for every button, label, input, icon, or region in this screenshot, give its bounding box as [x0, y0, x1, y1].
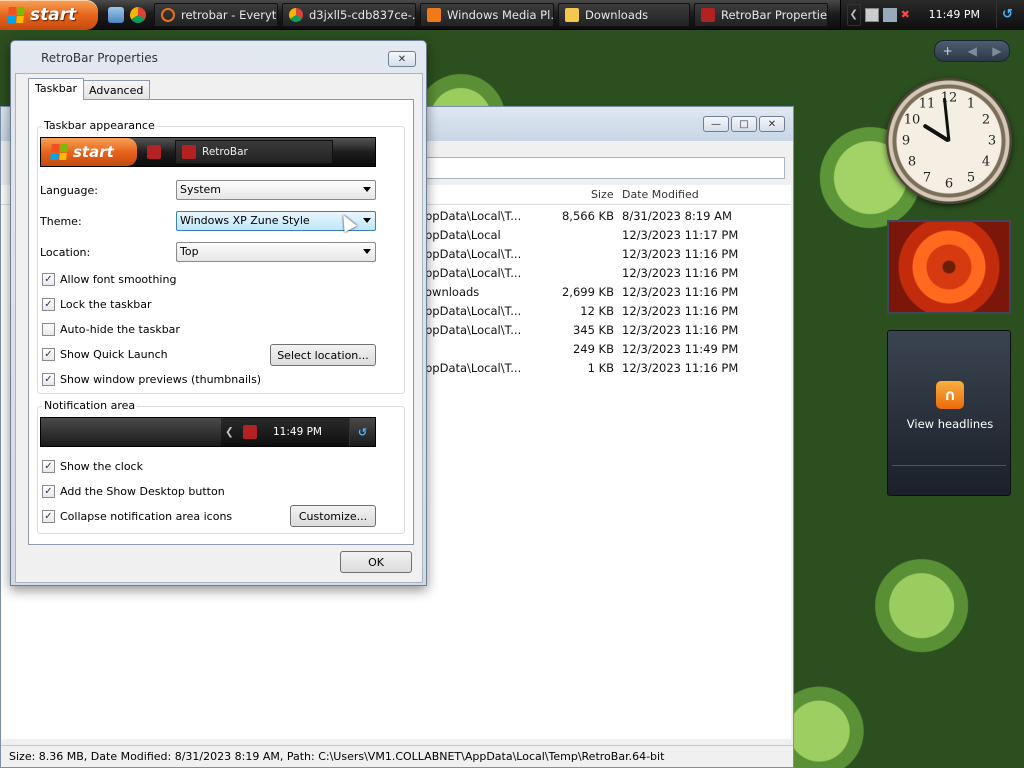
retrobar-icon	[147, 145, 161, 159]
checkbox-window-previews[interactable]: ✓ Show window previews (thumbnails)	[42, 373, 261, 386]
clock-gadget[interactable]: 12 1 2 3 4 5 6 7 8 9 10 11	[886, 78, 1012, 204]
tab-advanced[interactable]: Advanced	[82, 80, 151, 100]
monitor-icon[interactable]	[882, 7, 897, 22]
checkbox-lock-taskbar[interactable]: ✓ Lock the taskbar	[42, 298, 152, 311]
view-headlines-label[interactable]: View headlines	[888, 417, 1012, 431]
notification-preview: ❮ 11:49 PM ↺	[40, 417, 376, 447]
gadget-footer	[892, 465, 1006, 491]
tab-taskbar[interactable]: Taskbar	[28, 78, 84, 100]
search-results-bar[interactable]	[401, 157, 785, 179]
feed-headlines-gadget[interactable]: ∩ View headlines	[887, 330, 1011, 496]
checkbox-checked-icon: ✓	[42, 273, 55, 286]
checkbox-checked-icon: ✓	[42, 510, 55, 523]
chrome-icon	[289, 7, 303, 22]
location-label: Location:	[40, 246, 91, 259]
status-bar: Size: 8.36 MB, Date Modified: 8/31/2023 …	[1, 745, 793, 767]
notification-area-group: Notification area ❮ 11:49 PM ↺ ✓ Show the…	[37, 399, 405, 534]
tab-panel-taskbar: Taskbar appearance start RetroBar Langua…	[28, 99, 414, 545]
checkbox-checked-icon: ✓	[42, 373, 55, 386]
network-disabled-icon[interactable]	[864, 7, 879, 22]
retrobar-icon	[182, 145, 196, 159]
checkbox-unchecked-icon	[42, 323, 55, 336]
chrome-icon[interactable]	[130, 6, 146, 23]
checkbox-auto-hide[interactable]: Auto-hide the taskbar	[42, 323, 180, 336]
taskbar-button-everything[interactable]: retrobar - Everyt...	[154, 2, 278, 27]
checkbox-checked-icon: ✓	[42, 460, 55, 473]
language-select[interactable]: System	[176, 180, 376, 200]
ok-button[interactable]: OK	[340, 551, 412, 573]
chevron-left-icon: ❮	[225, 426, 234, 438]
slideshow-gadget[interactable]	[887, 220, 1011, 314]
close-button[interactable]: ✕	[759, 116, 785, 132]
add-gadget-icon[interactable]: +	[943, 44, 953, 58]
preview-task-button: RetroBar	[175, 140, 333, 164]
media-player-icon	[427, 7, 441, 22]
chevron-right-icon[interactable]: ▶	[992, 44, 1001, 58]
select-location-button[interactable]: Select location...	[270, 344, 376, 366]
explorer-folder-icon[interactable]	[108, 6, 124, 23]
customize-button[interactable]: Customize...	[290, 505, 376, 527]
taskbar-preview: start RetroBar	[40, 137, 376, 167]
checkbox-collapse-icons[interactable]: ✓ Collapse notification area icons	[42, 510, 232, 523]
preview-start-button: start	[41, 138, 137, 166]
chevron-down-icon	[363, 218, 371, 223]
taskbar-button-media-player[interactable]: Windows Media Pl...	[420, 2, 554, 27]
dialog-title: RetroBar Properties	[41, 51, 158, 65]
retrobar-icon	[701, 7, 715, 22]
retrobar-icon	[243, 425, 257, 439]
folder-icon	[565, 7, 579, 22]
column-date-modified[interactable]: Date Modified	[622, 188, 699, 201]
preview-tray: ❮ 11:49 PM	[221, 418, 349, 446]
taskbar-button-retrobar[interactable]: RetroBar Properties	[694, 2, 828, 27]
windows-logo-icon	[50, 144, 68, 160]
windows-logo-icon	[7, 6, 25, 23]
chevron-left-icon[interactable]: ◀	[968, 44, 977, 58]
taskbar-button-downloads[interactable]: Downloads	[558, 2, 690, 27]
magnifier-icon	[161, 7, 175, 22]
show-desktop-icon[interactable]: ↺	[996, 1, 1018, 28]
chevron-left-icon[interactable]: ❮	[846, 3, 861, 26]
notification-area: ❮ ✖ 11:49 PM ↺	[839, 0, 1024, 30]
group-title: Notification area	[42, 399, 138, 412]
taskbar-appearance-group: Taskbar appearance start RetroBar Langua…	[37, 119, 405, 394]
chevron-down-icon	[363, 187, 371, 192]
column-size[interactable]: Size	[591, 188, 614, 201]
maximize-button[interactable]: □	[731, 116, 757, 132]
preview-clock: 11:49 PM	[273, 426, 322, 438]
checkbox-checked-icon: ✓	[42, 348, 55, 361]
start-button[interactable]: start	[0, 0, 98, 30]
language-label: Language:	[40, 184, 98, 197]
checkbox-checked-icon: ✓	[42, 485, 55, 498]
checkbox-show-clock[interactable]: ✓ Show the clock	[42, 460, 143, 473]
quick-launch	[98, 6, 154, 23]
location-select[interactable]: Top	[176, 242, 376, 262]
show-desktop-icon: ↺	[349, 418, 375, 446]
group-title: Taskbar appearance	[42, 119, 157, 132]
chevron-down-icon	[363, 249, 371, 254]
taskbar-button-chrome[interactable]: d3jxll5-cdb837ce-...	[282, 2, 416, 27]
retrobar-properties-dialog: RetroBar Properties ✕ Taskbar Advanced T…	[10, 40, 427, 586]
theme-label: Theme:	[40, 215, 82, 228]
close-button[interactable]: ✕	[388, 51, 416, 67]
dialog-body: Taskbar Advanced Taskbar appearance star…	[15, 73, 423, 583]
minimize-button[interactable]: —	[703, 116, 729, 132]
volume-muted-icon[interactable]: ✖	[901, 8, 915, 22]
start-label: start	[30, 4, 77, 25]
tray-clock[interactable]: 11:49 PM	[919, 8, 992, 21]
checkbox-checked-icon: ✓	[42, 298, 55, 311]
checkbox-quick-launch[interactable]: ✓ Show Quick Launch	[42, 348, 168, 361]
gadget-toolbar: + ◀ ▶	[934, 40, 1010, 62]
checkbox-show-desktop[interactable]: ✓ Add the Show Desktop button	[42, 485, 225, 498]
taskbar: start retrobar - Everyt... d3jxll5-cdb83…	[0, 0, 1024, 30]
checkbox-font-smoothing[interactable]: ✓ Allow font smoothing	[42, 273, 176, 286]
rss-icon: ∩	[936, 381, 964, 409]
